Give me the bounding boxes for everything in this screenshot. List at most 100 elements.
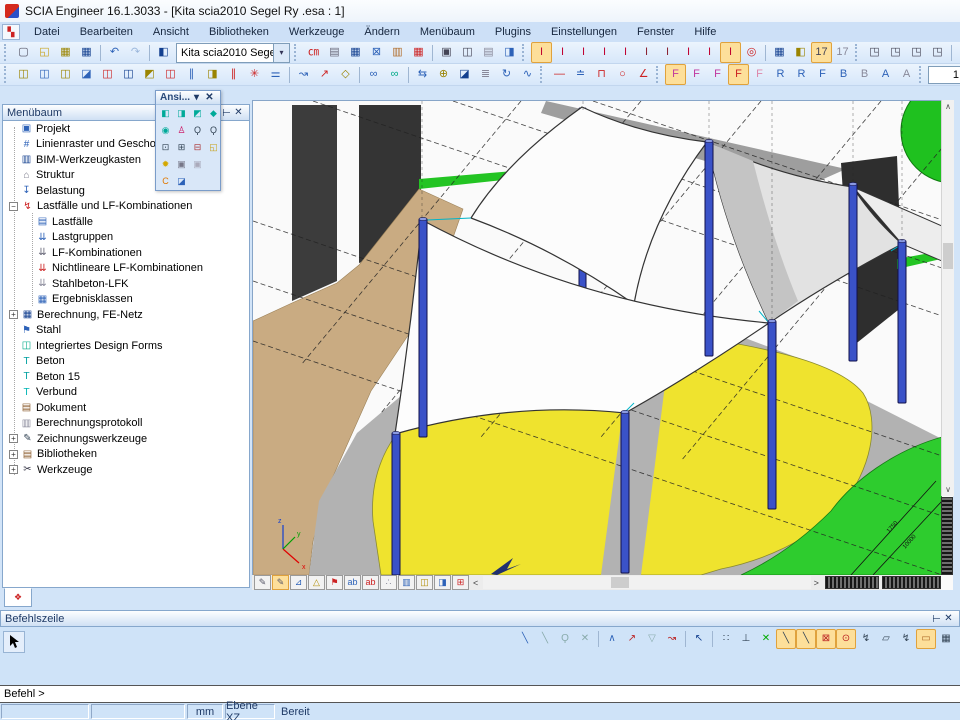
show-member-labels-icon[interactable]: ab [362,575,379,590]
snap-ortho-pt-icon[interactable]: ⊙ [836,629,856,649]
print-preview-icon[interactable]: ◫ [457,42,478,63]
zoom-all-icon[interactable]: ⊞ [174,140,189,155]
form-f4-icon[interactable]: F [728,64,749,85]
snap-mid-icon[interactable]: ╲ [776,629,796,649]
visibility-b-icon[interactable]: ∞ [384,64,405,85]
tree-item-bibliotheken[interactable]: +▤Bibliotheken [3,447,249,463]
select-curve-icon[interactable]: ↝ [293,64,314,85]
section-1-icon[interactable]: ◫ [13,64,34,85]
view-point-icon[interactable]: ◉ [158,123,173,138]
close-icon[interactable]: ✕ [232,107,245,118]
menu-item-ansicht[interactable]: Ansicht [143,23,199,41]
member-select-icon[interactable]: I [531,42,552,63]
zoom-in-icon[interactable]: Ϙ [190,123,205,138]
menu-item-fenster[interactable]: Fenster [627,23,684,41]
tree-item-verbund[interactable]: TVerbund [3,385,249,401]
palette-header[interactable]: Ansi... ▾ ✕ [156,91,220,105]
menu-item-bibliotheken[interactable]: Bibliotheken [199,23,279,41]
snap-end-icon[interactable]: ╲ [796,629,816,649]
viewport-hscrollbar[interactable] [483,576,810,589]
pin-icon[interactable]: ⊥ [930,612,941,625]
units-icon[interactable]: ㎝ [303,42,324,63]
cursor-snap-icon[interactable]: ↖ [689,629,709,649]
tree-item-lastgruppen[interactable]: ⇊Lastgruppen [3,230,249,246]
calculator-icon[interactable]: ▦ [345,42,366,63]
document-system-icon[interactable]: ▚ [2,24,20,40]
grid-snap-icon[interactable]: ∷ [716,629,736,649]
ortho-icon[interactable]: ⊥ [736,629,756,649]
select-point-icon[interactable]: ↗ [314,64,335,85]
snap-arc2-icon[interactable]: ▱ [876,629,896,649]
expand-icon[interactable]: + [9,450,18,459]
show-grid-icon[interactable]: ⊞ [452,575,469,590]
form-f6-icon[interactable]: R [770,64,791,85]
tree-item-lastfaelle[interactable]: ▤Lastfälle [3,214,249,230]
member-arc-icon[interactable]: I [657,42,678,63]
menu-item-plugins[interactable]: Plugins [485,23,541,41]
dim-bracket-icon[interactable]: ⊓ [591,64,612,85]
scale-spinner[interactable]: 1 [928,66,960,84]
tree-item-ergebnisklassen[interactable]: ▦Ergebnisklassen [3,292,249,308]
view-y-icon[interactable]: ◨ [174,106,189,121]
member-add-icon[interactable]: I [573,42,594,63]
tree-item-berechnungsprotokoll[interactable]: ▥Berechnungsprotokoll [3,416,249,432]
coordinates-table-icon[interactable]: ⊠ [366,42,387,63]
save-all-icon[interactable]: ▦ [55,42,76,63]
command-input[interactable]: Befehl > [0,685,960,703]
chevron-down-icon[interactable]: ▾ [190,92,203,103]
snap-line-icon[interactable]: ╲ [515,629,535,649]
clipping-box-icon[interactable]: C [158,174,173,189]
render-wired-icon[interactable]: ✎ [254,575,271,590]
close-icon[interactable]: ✕ [942,613,955,624]
section-5-icon[interactable]: ◫ [97,64,118,85]
form-f9-icon[interactable]: B [833,64,854,85]
clipboard-icon[interactable]: ▥ [387,42,408,63]
dock-tab-menubaum[interactable]: ❖ [4,588,32,607]
rotate-icon[interactable]: ↻ [496,64,517,85]
project-window-icon[interactable]: ◧ [153,42,174,63]
dim-circle-icon[interactable]: ○ [612,64,633,85]
form-f8-icon[interactable]: F [812,64,833,85]
snap-arc1-icon[interactable]: ↯ [856,629,876,649]
paint-props-icon[interactable]: ◧ [790,42,811,63]
target-snap-icon[interactable]: ◎ [741,42,762,63]
section-2-icon[interactable]: ◫ [34,64,55,85]
collapse-icon[interactable]: − [9,202,18,211]
form-f10-icon[interactable]: B [854,64,875,85]
snap-tri-icon[interactable]: ▽ [642,629,662,649]
form-f2-icon[interactable]: F [686,64,707,85]
form-f5-icon[interactable]: F [749,64,770,85]
snap-line2-icon[interactable]: ╲ [535,629,555,649]
calc-snap-icon[interactable]: ▦ [936,629,956,649]
paste-props-icon[interactable]: ◪ [454,64,475,85]
tree-item-lastfaelle-gruppe[interactable]: −↯Lastfälle und LF-Kombinationen [3,199,249,215]
tree-item-stahl[interactable]: ⚑Stahl [3,323,249,339]
zoom-window-icon[interactable]: ⊡ [158,140,173,155]
menu-item-bearbeiten[interactable]: Bearbeiten [70,23,143,41]
snap-curve-icon[interactable]: ↝ [662,629,682,649]
web-update-icon[interactable]: ❂ [955,42,960,63]
snap-circle-icon[interactable]: Ϙ [555,629,575,649]
show-loads-icon[interactable]: △ [308,575,325,590]
new-file-icon[interactable]: ▢ [13,42,34,63]
redo-icon[interactable]: ↷ [125,42,146,63]
gallery-icon[interactable]: ◨ [499,42,520,63]
form-f11-icon[interactable]: A [875,64,896,85]
expand-icon[interactable]: + [9,465,18,474]
section-7-icon[interactable]: ◩ [139,64,160,85]
vscroll-thumb[interactable] [943,243,953,269]
member-b-icon[interactable]: I [615,42,636,63]
section-4-icon[interactable]: ◪ [76,64,97,85]
tree-item-beton-15[interactable]: TBeton 15 [3,369,249,385]
open-file-icon[interactable]: ◱ [34,42,55,63]
tree-item-zeichnungswerkzeuge[interactable]: +✎Zeichnungswerkzeuge [3,431,249,447]
member-check-icon[interactable]: I [678,42,699,63]
pin-icon[interactable]: ⊥ [220,106,231,119]
walk-view-icon[interactable]: ♙ [174,123,189,138]
section-3-icon[interactable]: ◫ [55,64,76,85]
menu-item-men-baum[interactable]: Menübaum [410,23,485,41]
menu-item-einstellungen[interactable]: Einstellungen [541,23,627,41]
section-6-icon[interactable]: ◫ [118,64,139,85]
copy-window-3-icon[interactable]: ◳ [906,42,927,63]
open-view-folder-icon[interactable]: ◱ [206,140,221,155]
